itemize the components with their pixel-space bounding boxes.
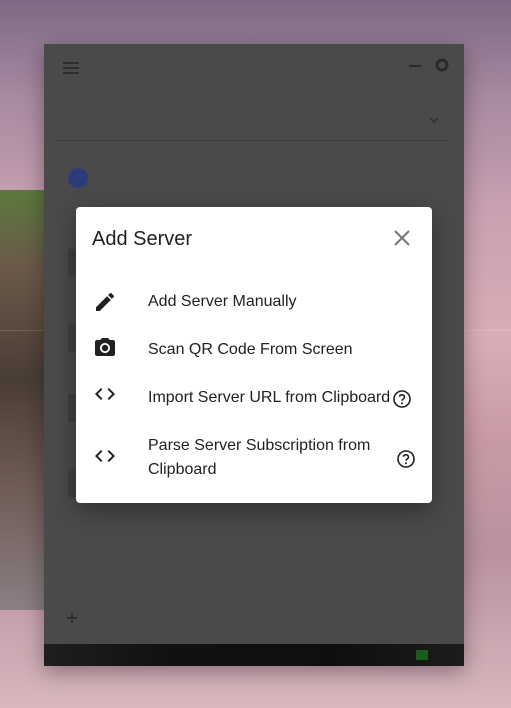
server-list-item[interactable] bbox=[58, 154, 450, 206]
code-icon bbox=[93, 382, 117, 406]
app-bottom-bar bbox=[44, 602, 464, 638]
profile-select[interactable] bbox=[58, 104, 450, 141]
server-radio[interactable] bbox=[68, 168, 88, 188]
dialog-title: Add Server bbox=[92, 228, 193, 250]
pencil-icon bbox=[93, 290, 117, 314]
add-server-manually-item[interactable]: Add Server Manually bbox=[76, 288, 432, 316]
close-icon[interactable] bbox=[392, 228, 412, 248]
add-server-dialog: Add Server Add Server Manually Scan QR C… bbox=[76, 207, 432, 503]
status-indicator bbox=[416, 650, 428, 660]
parse-subscription-item[interactable]: Parse Server Subscription from Clipboard bbox=[76, 434, 432, 486]
menu-icon[interactable] bbox=[62, 60, 80, 76]
item-label: Import Server URL from Clipboard bbox=[148, 389, 391, 406]
status-bar bbox=[44, 644, 464, 666]
minimize-icon[interactable] bbox=[408, 58, 422, 75]
app-bar bbox=[44, 44, 464, 92]
item-label-line2: Clipboard bbox=[148, 461, 217, 478]
help-icon[interactable] bbox=[392, 389, 412, 409]
help-icon[interactable] bbox=[396, 449, 416, 469]
scan-qr-item[interactable]: Scan QR Code From Screen bbox=[76, 336, 432, 364]
gear-icon[interactable] bbox=[434, 57, 450, 77]
item-label: Add Server Manually bbox=[148, 293, 297, 310]
item-label: Parse Server Subscription from bbox=[148, 437, 371, 454]
chevron-down-icon bbox=[428, 114, 440, 129]
item-label: Scan QR Code From Screen bbox=[148, 341, 353, 358]
import-url-item[interactable]: Import Server URL from Clipboard bbox=[76, 384, 432, 412]
camera-icon bbox=[93, 336, 117, 360]
add-icon[interactable] bbox=[66, 612, 78, 627]
code-icon bbox=[93, 444, 117, 468]
